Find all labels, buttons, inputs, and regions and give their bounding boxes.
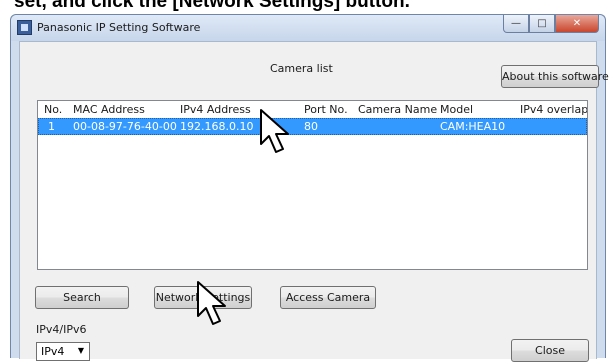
- search-button[interactable]: Search: [35, 286, 129, 309]
- cell-model: CAM:HEA10: [440, 120, 506, 133]
- app-icon: [17, 20, 32, 35]
- app-window: Panasonic IP Setting Software — □ ✕ Came…: [10, 14, 609, 362]
- cell-no: 1: [48, 120, 55, 133]
- ip-mode-label: IPv4/IPv6: [36, 323, 87, 336]
- column-header[interactable]: No.: [44, 103, 62, 116]
- column-header[interactable]: IPv4 overlap: [520, 103, 587, 116]
- cell-ipv4: 192.168.0.10: [180, 120, 254, 133]
- maximize-button[interactable]: □: [529, 15, 555, 33]
- close-window-button[interactable]: ✕: [555, 15, 599, 33]
- camera-list[interactable]: No. MAC Address IPv4 Address Port No. Ca…: [37, 100, 588, 270]
- column-header[interactable]: Port No.: [304, 103, 348, 116]
- chevron-down-icon: ▼: [77, 346, 84, 355]
- network-settings-button[interactable]: Network Settings: [154, 286, 252, 309]
- window-title: Panasonic IP Setting Software: [37, 21, 201, 34]
- access-camera-button[interactable]: Access Camera: [280, 286, 376, 309]
- cell-port: 80: [304, 120, 318, 133]
- column-header[interactable]: MAC Address: [73, 103, 145, 116]
- window-controls: — □ ✕: [503, 15, 599, 35]
- ip-mode-value: IPv4: [41, 345, 65, 358]
- column-header[interactable]: Model: [440, 103, 473, 116]
- camera-list-title: Camera list: [270, 62, 333, 75]
- column-header[interactable]: Camera Name: [358, 103, 437, 116]
- column-header[interactable]: IPv4 Address: [180, 103, 251, 116]
- ip-mode-select[interactable]: IPv4 ▼: [36, 342, 90, 361]
- title-bar[interactable]: Panasonic IP Setting Software — □ ✕: [11, 15, 605, 41]
- close-button[interactable]: Close: [511, 339, 589, 362]
- about-software-button[interactable]: About this software: [501, 65, 609, 88]
- cell-mac: 00-08-97-76-40-00: [73, 120, 177, 133]
- document-heading: set, and click the [Network Settings] bu…: [14, 0, 410, 12]
- camera-list-header: No. MAC Address IPv4 Address Port No. Ca…: [38, 101, 587, 118]
- client-area: Camera list About this software No. MAC …: [19, 41, 609, 362]
- minimize-button[interactable]: —: [503, 15, 529, 33]
- table-row[interactable]: 1 00-08-97-76-40-00 192.168.0.10 80 CAM:…: [38, 118, 587, 135]
